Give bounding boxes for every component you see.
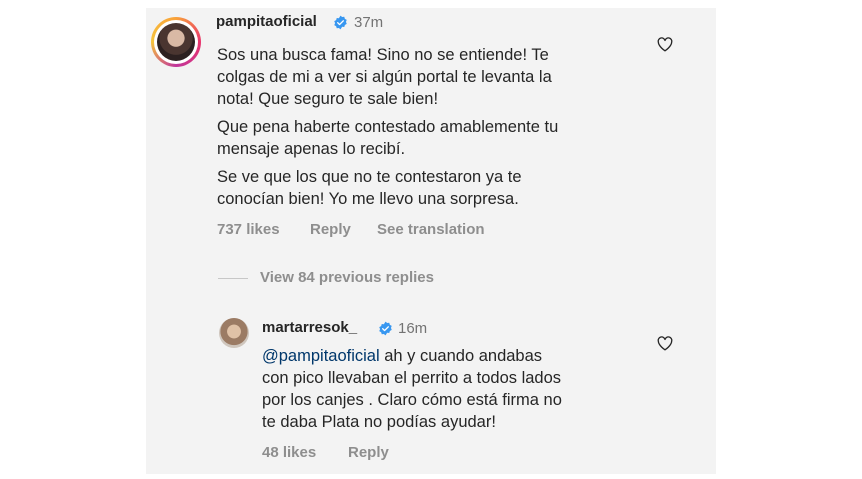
comment-username[interactable]: pampitaoficial xyxy=(216,13,317,30)
reply-likes[interactable]: 48 likes xyxy=(262,444,316,461)
reply-paragraph: @pampitaoficial ah y cuando andabas con … xyxy=(262,345,562,433)
comment-line: colgas de mi a ver si algún portal te le… xyxy=(217,68,552,86)
comment-likes[interactable]: 737 likes xyxy=(217,221,280,238)
comment-paragraph-1: Sos una busca fama! Sino no se entiende!… xyxy=(217,44,558,110)
replies-divider xyxy=(218,278,248,279)
reply-time: 16m xyxy=(398,320,428,337)
heart-icon[interactable] xyxy=(657,336,673,351)
verified-badge-icon xyxy=(379,321,392,336)
comment-reply-button[interactable]: Reply xyxy=(310,221,351,238)
comment-text: Sos una busca fama! Sino no se entiende!… xyxy=(217,44,558,210)
comment-line: Se ve que los que no te contestaron ya t… xyxy=(217,168,522,186)
see-translation-button[interactable]: See translation xyxy=(377,221,485,238)
comment-line: conocían bien! Yo me llevo una sorpresa. xyxy=(217,190,519,208)
reply-line: por los canjes . Claro cómo está firma n… xyxy=(262,391,562,409)
comment-line: Sos una busca fama! Sino no se entiende!… xyxy=(217,46,549,64)
reply-line: con pico llevaban el perrito a todos lad… xyxy=(262,369,562,387)
reply-username[interactable]: martarresok_ xyxy=(262,319,357,336)
comment-line: Que pena haberte contestado amablemente … xyxy=(217,118,559,136)
reply-text: @pampitaoficial ah y cuando andabas con … xyxy=(262,345,562,433)
comment-line: nota! Que seguro te sale bien! xyxy=(217,90,439,108)
reply-line: ah y cuando andabas xyxy=(379,347,543,365)
comment-line: mensaje apenas lo recibí. xyxy=(217,140,406,158)
reply-reply-button[interactable]: Reply xyxy=(348,444,389,461)
comment-paragraph-3: Se ve que los que no te contestaron ya t… xyxy=(217,166,558,210)
profile-photo xyxy=(157,23,195,61)
avatar-pampitaoficial[interactable] xyxy=(151,17,201,67)
comment-paragraph-2: Que pena haberte contestado amablemente … xyxy=(217,116,558,160)
mention-link[interactable]: @pampitaoficial xyxy=(262,347,380,365)
view-previous-replies-button[interactable]: View 84 previous replies xyxy=(260,269,434,286)
avatar-ring-gap xyxy=(154,20,198,64)
comment-time: 37m xyxy=(354,14,384,31)
heart-icon[interactable] xyxy=(657,37,673,52)
avatar-martarresok[interactable] xyxy=(219,318,249,348)
reply-line: te daba Plata no podías ayudar! xyxy=(262,413,496,431)
verified-badge-icon xyxy=(334,15,347,30)
